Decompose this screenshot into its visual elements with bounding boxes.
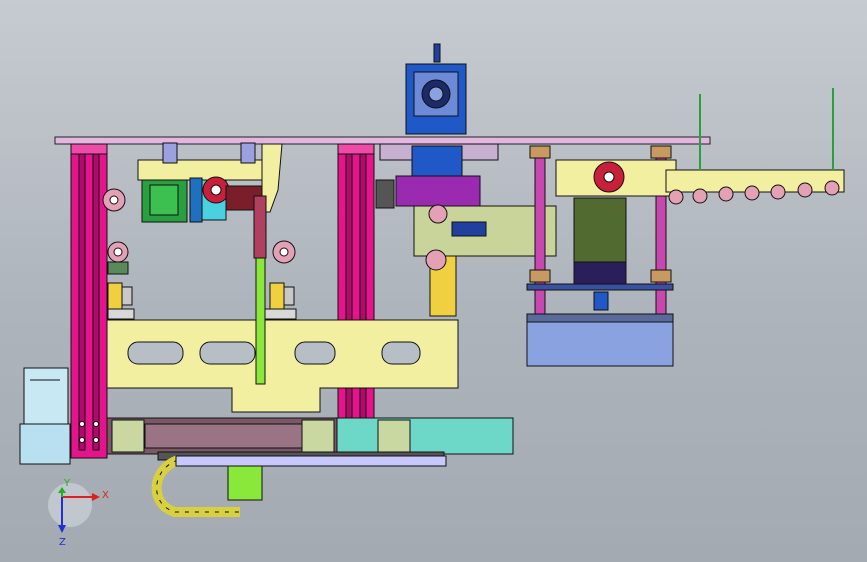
bottom-linear-guide [106, 417, 514, 461]
vertical-gripper-arm [253, 195, 267, 385]
coordinate-triad: X Y Z [48, 478, 109, 548]
left-pulley-upper [102, 188, 126, 212]
triad-y-label: Y [63, 478, 71, 489]
left-vertical-column [70, 143, 108, 459]
lift-cylinder [526, 313, 674, 367]
center-slider-block [263, 282, 297, 320]
left-slider-block [107, 282, 135, 320]
right-pulley-carriage [555, 159, 677, 197]
triad-x-label: X [102, 490, 109, 501]
lift-frame-plate [106, 319, 459, 413]
left-pulley-lower [107, 241, 129, 275]
conveyor-roller-arm [665, 88, 845, 205]
cable-drag-chain [151, 455, 447, 517]
top-servo-motor [405, 43, 467, 135]
top-mounting-plate [54, 136, 711, 145]
machine-assembly-drawing: X Y Z [19, 43, 845, 548]
cad-viewport[interactable]: X Y Z [0, 0, 867, 562]
triad-z-label: Z [59, 537, 66, 548]
center-vertical-column [337, 143, 375, 459]
control-cabinet [19, 367, 71, 465]
center-pulley [272, 240, 296, 264]
